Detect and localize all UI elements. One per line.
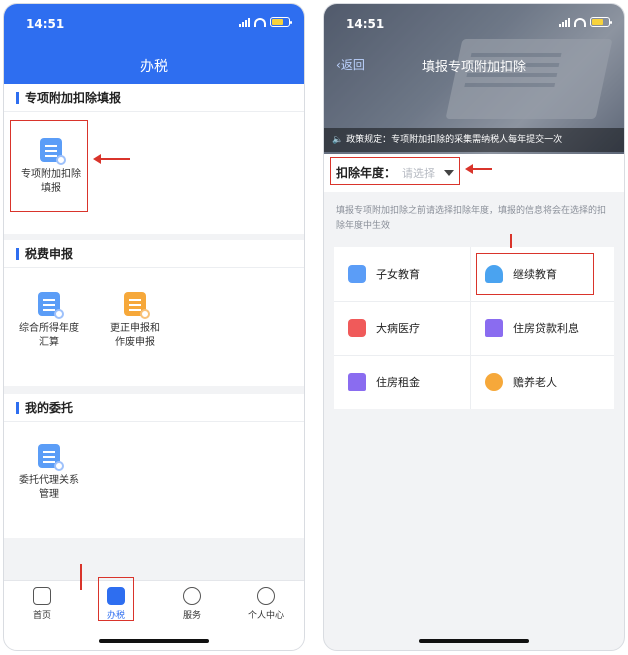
battery-icon xyxy=(590,17,612,27)
tile-label-line1: 委托代理关系 xyxy=(19,475,79,486)
tab-service[interactable]: 服务 xyxy=(162,587,222,621)
highlight-box xyxy=(330,157,460,185)
header-banner: 14:51 ‹返回 填报专项附加扣除 🔈 政策规定：专项附加扣除的采集需纳税人每… xyxy=(324,4,624,154)
wifi-icon xyxy=(574,17,586,27)
annotation-arrow xyxy=(510,234,512,248)
tile-label-line1: 更正申报和 xyxy=(110,323,160,334)
notice-text: 政策规定：专项附加扣除的采集需纳税人每年提交一次 xyxy=(346,135,563,145)
tab-label: 个人中心 xyxy=(247,611,284,621)
tile-label-line2: 作废申报 xyxy=(115,337,155,348)
annotation-arrow xyxy=(80,564,82,590)
page-title: 填报专项附加扣除 xyxy=(421,60,526,75)
tile-label-line2: 汇算 xyxy=(39,337,59,348)
section-heading: 我的委托 xyxy=(4,394,304,422)
elderly-icon xyxy=(485,373,503,391)
wifi-icon xyxy=(254,17,266,27)
speaker-icon: 🔈 xyxy=(332,135,344,145)
annotation-arrow xyxy=(93,154,130,164)
section-special-deduction: 专项附加扣除填报 专项附加扣除 填报 xyxy=(4,84,304,234)
delegation-document-icon xyxy=(38,444,64,471)
heart-hand-icon xyxy=(183,587,201,605)
battery-icon xyxy=(270,17,292,27)
books-icon xyxy=(348,265,366,283)
void-document-icon xyxy=(124,292,150,319)
tab-label: 服务 xyxy=(182,611,201,621)
house-loan-icon xyxy=(485,319,503,337)
tab-home[interactable]: 首页 xyxy=(12,587,72,621)
signal-icon xyxy=(239,17,250,27)
section-my-delegation: 我的委托 委托代理关系 管理 xyxy=(4,394,304,538)
user-icon xyxy=(257,587,275,605)
category-label: 住房贷款利息 xyxy=(513,322,579,335)
section-heading: 专项附加扣除填报 xyxy=(4,84,304,112)
category-label: 大病医疗 xyxy=(376,322,420,335)
instruction-text: 填报专项附加扣除之前请选择扣除年度，填报的信息将会在选择的扣除年度中生效 xyxy=(336,206,607,231)
tile-annual-settlement[interactable]: 综合所得年度 汇算 xyxy=(10,292,88,350)
deduction-category-grid: 子女教育 继续教育 大病医疗 住房贷款利息 住房租金 赡养老人 xyxy=(334,247,614,409)
signal-icon xyxy=(559,17,570,27)
tab-profile[interactable]: 个人中心 xyxy=(236,587,296,621)
category-label: 赡养老人 xyxy=(513,376,557,389)
category-children-education[interactable]: 子女教育 xyxy=(334,247,470,301)
deduction-year-selector[interactable]: 扣除年度： 请选择 xyxy=(324,154,624,192)
category-label: 子女教育 xyxy=(376,268,420,281)
status-bar: 14:51 xyxy=(324,4,624,40)
medical-kit-icon xyxy=(348,319,366,337)
section-tax-filing: 税费申报 综合所得年度 汇算 更正申报和 作废申报 xyxy=(4,240,304,386)
screenshot-canvas: 14:51 办税 专项附加扣除填报 专项附加扣除 填报 税费申报 综合所得年度 … xyxy=(0,0,628,655)
nav-bar: ‹返回 填报专项附加扣除 xyxy=(324,54,624,78)
bottom-tab-bar: 首页 办税 服务 个人中心 xyxy=(4,577,304,650)
right-phone-screen: 14:51 ‹返回 填报专项附加扣除 🔈 政策规定：专项附加扣除的采集需纳税人每… xyxy=(323,3,625,651)
tile-agency-management[interactable]: 委托代理关系 管理 xyxy=(10,444,88,502)
category-housing-loan-interest[interactable]: 住房贷款利息 xyxy=(471,301,607,355)
left-phone-screen: 14:51 办税 专项附加扣除填报 专项附加扣除 填报 税费申报 综合所得年度 … xyxy=(3,3,305,651)
tab-label: 首页 xyxy=(32,611,51,621)
status-time: 14:51 xyxy=(26,17,65,31)
highlight-box xyxy=(10,120,88,212)
status-bar: 14:51 xyxy=(4,4,304,40)
category-housing-rent[interactable]: 住房租金 xyxy=(334,355,470,409)
status-time: 14:51 xyxy=(346,17,385,31)
home-indicator xyxy=(99,639,209,643)
annotation-arrow xyxy=(465,164,492,174)
highlight-box xyxy=(98,577,134,621)
home-indicator xyxy=(419,639,529,643)
tile-label-line1: 综合所得年度 xyxy=(19,323,79,334)
highlight-box xyxy=(476,253,594,295)
house-rent-icon xyxy=(348,373,366,391)
tile-correct-void-filing[interactable]: 更正申报和 作废申报 xyxy=(96,292,174,350)
tax-document-icon xyxy=(38,292,64,319)
tile-label-line2: 管理 xyxy=(39,489,59,500)
page-title: 办税 xyxy=(140,59,168,75)
category-label: 住房租金 xyxy=(376,376,420,389)
home-icon xyxy=(33,587,51,605)
top-bar: 14:51 办税 xyxy=(4,4,304,84)
status-icons xyxy=(239,17,292,27)
category-elderly-support[interactable]: 赡养老人 xyxy=(471,355,607,409)
category-serious-illness[interactable]: 大病医疗 xyxy=(334,301,470,355)
policy-notice: 🔈 政策规定：专项附加扣除的采集需纳税人每年提交一次 xyxy=(324,128,624,152)
status-icons xyxy=(559,17,612,27)
section-heading: 税费申报 xyxy=(4,240,304,268)
